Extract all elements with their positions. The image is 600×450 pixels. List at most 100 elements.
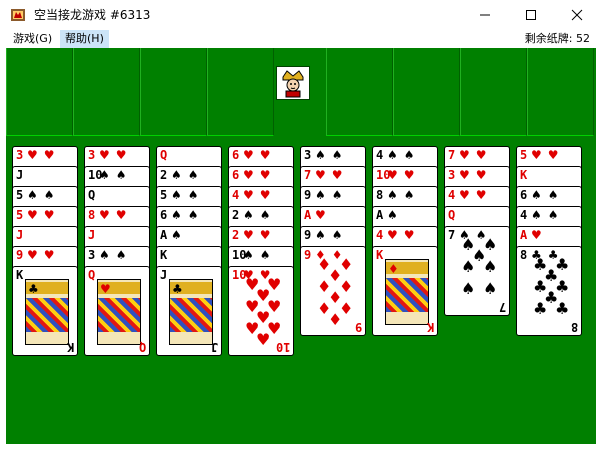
- heart-icon: ♥: [475, 148, 487, 162]
- card-pips: ♣ ♣ ♣ ♣ ♣ ♣ ♣ ♣: [531, 255, 571, 329]
- spade-icon: ♠: [259, 208, 271, 222]
- card-rank: K: [520, 168, 528, 182]
- card-rank: 6: [520, 188, 528, 202]
- club-icon: ♣: [544, 266, 559, 285]
- spade-pips-row: ♠ ♠: [387, 149, 435, 161]
- home-cell-1[interactable]: [326, 48, 393, 136]
- heart-icon: ♥: [115, 148, 127, 162]
- spade-icon: ♠: [171, 208, 182, 222]
- menu-game[interactable]: 游戏(G): [8, 30, 57, 48]
- spade-pips-row: ♠ ♠: [315, 149, 363, 161]
- king-icon: [276, 66, 310, 100]
- menu-help[interactable]: 帮助(H): [60, 30, 109, 48]
- heart-icon: ♥: [459, 148, 470, 162]
- card-rank: K: [376, 248, 384, 262]
- club-icon: ♣: [172, 282, 183, 296]
- spade-icon: ♠: [387, 148, 398, 162]
- card-rank: 7: [448, 228, 456, 242]
- heart-icon: ♥: [475, 168, 487, 182]
- card-rank: Q: [88, 268, 96, 282]
- card-rank: 4: [232, 188, 240, 202]
- heart-pips-row: ♥ ♥: [99, 209, 147, 221]
- card-rank: K: [160, 248, 168, 262]
- face-card-art: ♦: [385, 259, 429, 325]
- card-rank-bottom: J: [210, 340, 218, 354]
- heart-icon: ♥: [43, 248, 55, 262]
- playing-card[interactable]: Q ♥ Q: [84, 266, 150, 356]
- card-rank: 8: [88, 208, 96, 222]
- playing-card[interactable]: 10 ♥ ♥ ♥ ♥ ♥ ♥ ♥ ♥ ♥ ♥ ♥ 10: [228, 266, 294, 356]
- spade-icon: ♠: [331, 188, 343, 202]
- home-cell-3[interactable]: [460, 48, 527, 136]
- cards-left-counter: 剩余纸牌: 52: [524, 32, 590, 45]
- card-rank-bottom: Q: [138, 340, 146, 354]
- card-rank: 8: [520, 248, 528, 262]
- minimize-button[interactable]: [462, 0, 508, 30]
- card-rank: 7: [304, 168, 312, 182]
- card-rank-bottom: 8: [570, 320, 578, 334]
- heart-icon: ♥: [459, 188, 470, 202]
- free-cell-1[interactable]: [6, 48, 73, 136]
- card-rank: A: [376, 208, 384, 222]
- card-rank: 9: [16, 248, 24, 262]
- heart-icon: ♥: [43, 148, 55, 162]
- heart-icon: ♥: [27, 248, 38, 262]
- heart-icon: ♥: [259, 228, 271, 242]
- card-rank-bottom: 7: [498, 300, 506, 314]
- spade-icon: ♠: [531, 188, 542, 202]
- playing-card[interactable]: J ♣ J: [156, 266, 222, 356]
- home-cell-4[interactable]: [527, 48, 594, 136]
- card-rank: Q: [448, 208, 456, 222]
- heart-icon: ♥: [531, 228, 542, 242]
- spade-icon: ♠: [403, 148, 415, 162]
- heart-icon: ♥: [256, 286, 271, 305]
- heart-pips-row: ♥ ♥: [315, 169, 363, 181]
- close-button[interactable]: [554, 0, 600, 30]
- spade-pips-row: [99, 189, 147, 201]
- playing-card[interactable]: 9 ♦ ♦ ♦ ♦ ♦ ♦ ♦ ♦ ♦ ♦ ♦ 9: [300, 246, 366, 336]
- heart-pips-row: ♥ ♥: [27, 209, 75, 221]
- top-area: [6, 48, 596, 136]
- heart-icon: ♥: [387, 228, 398, 242]
- card-rank: 9: [304, 248, 312, 262]
- spade-icon: ♠: [187, 208, 199, 222]
- diamond-icon: ♦: [328, 310, 343, 329]
- playing-card[interactable]: 8 ♣ ♣ ♣ ♣ ♣ ♣ ♣ ♣ ♣ ♣ 8: [516, 246, 582, 336]
- playing-card[interactable]: 7 ♠ ♠ ♠ ♠ ♠ ♠ ♠ ♠ ♠ 7: [444, 226, 510, 316]
- spade-pips-row: ♠ ♠: [531, 209, 579, 221]
- free-cell-3[interactable]: [140, 48, 207, 136]
- face-card-art: ♣: [25, 279, 69, 345]
- heart-pips-row: ♥ ♥: [387, 229, 435, 241]
- heart-icon: ♥: [99, 208, 110, 222]
- heart-pips-row: ♥ ♥: [459, 169, 507, 181]
- home-cell-2[interactable]: [393, 48, 460, 136]
- card-rank: J: [160, 268, 168, 282]
- heart-icon: ♥: [256, 330, 271, 349]
- spade-pips-row: [27, 169, 75, 181]
- spade-pips-row: ♠ ♠: [99, 169, 147, 181]
- card-rank: 2: [232, 228, 240, 242]
- free-cell-4[interactable]: [207, 48, 274, 136]
- card-rank: 6: [232, 148, 240, 162]
- card-rank-bottom: 10: [275, 340, 290, 354]
- heart-pips-row: [99, 229, 147, 241]
- spade-pips-row: ♠ ♠: [243, 249, 291, 261]
- free-cell-2[interactable]: [73, 48, 140, 136]
- spade-pips-row: ♠ ♠: [243, 209, 291, 221]
- card-rank: 9: [304, 188, 312, 202]
- card-rank: 3: [304, 148, 312, 162]
- heart-pips-row: ♥ ♥: [243, 169, 291, 181]
- card-rank: 7: [448, 148, 456, 162]
- maximize-button[interactable]: [508, 0, 554, 30]
- playing-card[interactable]: K ♦ K: [372, 246, 438, 336]
- spade-pips-row: ♠ ♠: [27, 189, 75, 201]
- club-icon: ♣: [544, 288, 559, 307]
- spade-pips-row: ♠: [171, 229, 219, 241]
- heart-pips-row: ♥: [531, 229, 579, 241]
- spade-pips-row: ♠ ♠: [171, 169, 219, 181]
- title-bar: 空当接龙游戏 #6313: [0, 0, 600, 30]
- heart-pips-row: ♥ ♥: [99, 149, 147, 161]
- playing-card[interactable]: K ♣ K: [12, 266, 78, 356]
- card-rank: 5: [16, 188, 24, 202]
- heart-icon: ♥: [331, 168, 343, 182]
